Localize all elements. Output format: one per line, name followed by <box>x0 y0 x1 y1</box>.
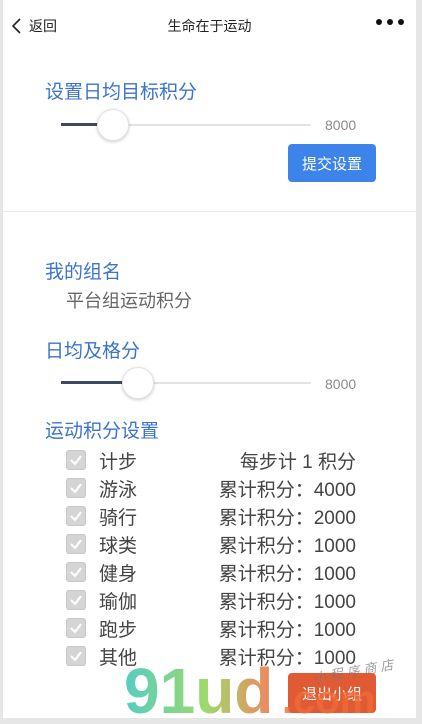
sport-rule: 累计积分：1000 <box>218 591 356 613</box>
submit-settings-button[interactable]: 提交设置 <box>288 144 376 182</box>
checkbox[interactable] <box>66 618 86 638</box>
checkbox[interactable] <box>66 590 86 610</box>
group-name-value: 平台组运动积分 <box>66 291 192 311</box>
checkbox[interactable] <box>66 450 86 470</box>
check-icon <box>70 483 82 494</box>
sport-rule: 累计积分：1000 <box>218 535 356 557</box>
pass-score-value: 8000 <box>325 376 357 392</box>
sport-rule: 累计积分：1000 <box>218 647 356 669</box>
target-score-slider[interactable] <box>61 109 311 141</box>
list-item: 游泳 累计积分：4000 <box>66 474 356 502</box>
list-item: 球类 累计积分：1000 <box>66 530 356 558</box>
sport-name: 骑行 <box>99 507 138 529</box>
target-score-value: 8000 <box>325 117 357 133</box>
pass-score-slider[interactable] <box>61 367 311 399</box>
sport-score-list: 计步 每步计 1 积分 游泳 累计积分：4000 骑行 累计积分：2000 球类… <box>66 446 356 670</box>
left-frame-border <box>0 0 3 724</box>
check-icon <box>70 539 82 550</box>
sport-rule: 累计积分：1000 <box>218 619 356 641</box>
sport-score-title: 运动积分设置 <box>45 421 160 442</box>
target-score-title: 设置日均目标积分 <box>45 82 198 103</box>
sport-rule: 累计积分：1000 <box>218 563 356 585</box>
slider-thumb[interactable] <box>97 109 129 141</box>
slider-thumb[interactable] <box>122 367 154 399</box>
sport-rule: 累计积分：4000 <box>218 479 356 501</box>
sport-rule: 每步计 1 积分 <box>239 451 356 473</box>
checkbox[interactable] <box>66 562 86 582</box>
sport-name: 瑜伽 <box>99 591 138 613</box>
check-icon <box>70 651 82 662</box>
section-divider <box>3 211 416 212</box>
sport-name: 健身 <box>99 563 138 585</box>
checkbox[interactable] <box>66 478 86 498</box>
check-icon <box>70 455 82 466</box>
check-icon <box>70 567 82 578</box>
list-item: 计步 每步计 1 积分 <box>66 446 356 474</box>
bottom-frame-border <box>0 718 422 724</box>
sport-name: 游泳 <box>99 479 138 501</box>
checkbox[interactable] <box>66 506 86 526</box>
right-frame-border <box>416 0 422 724</box>
page-title: 生命在于运动 <box>167 18 252 34</box>
check-icon <box>70 595 82 606</box>
more-menu-icon[interactable] <box>376 19 404 25</box>
list-item: 健身 累计积分：1000 <box>66 558 356 586</box>
pass-score-title: 日均及格分 <box>45 341 141 362</box>
list-item: 跑步 累计积分：1000 <box>66 614 356 642</box>
exit-group-button[interactable]: 退出小组 <box>288 673 376 713</box>
sport-name: 其他 <box>99 647 138 669</box>
group-name-title: 我的组名 <box>45 262 122 283</box>
checkbox[interactable] <box>66 534 86 554</box>
sport-rule: 累计积分：2000 <box>218 507 356 529</box>
check-icon <box>70 511 82 522</box>
list-item: 瑜伽 累计积分：1000 <box>66 586 356 614</box>
sport-name: 计步 <box>99 451 138 473</box>
sport-name: 跑步 <box>99 619 138 641</box>
checkbox[interactable] <box>66 646 86 666</box>
nav-bar: 返回 生命在于运动 <box>3 0 416 50</box>
list-item: 其他 累计积分：1000 <box>66 642 356 670</box>
check-icon <box>70 623 82 634</box>
sport-name: 球类 <box>99 535 138 557</box>
list-item: 骑行 累计积分：2000 <box>66 502 356 530</box>
